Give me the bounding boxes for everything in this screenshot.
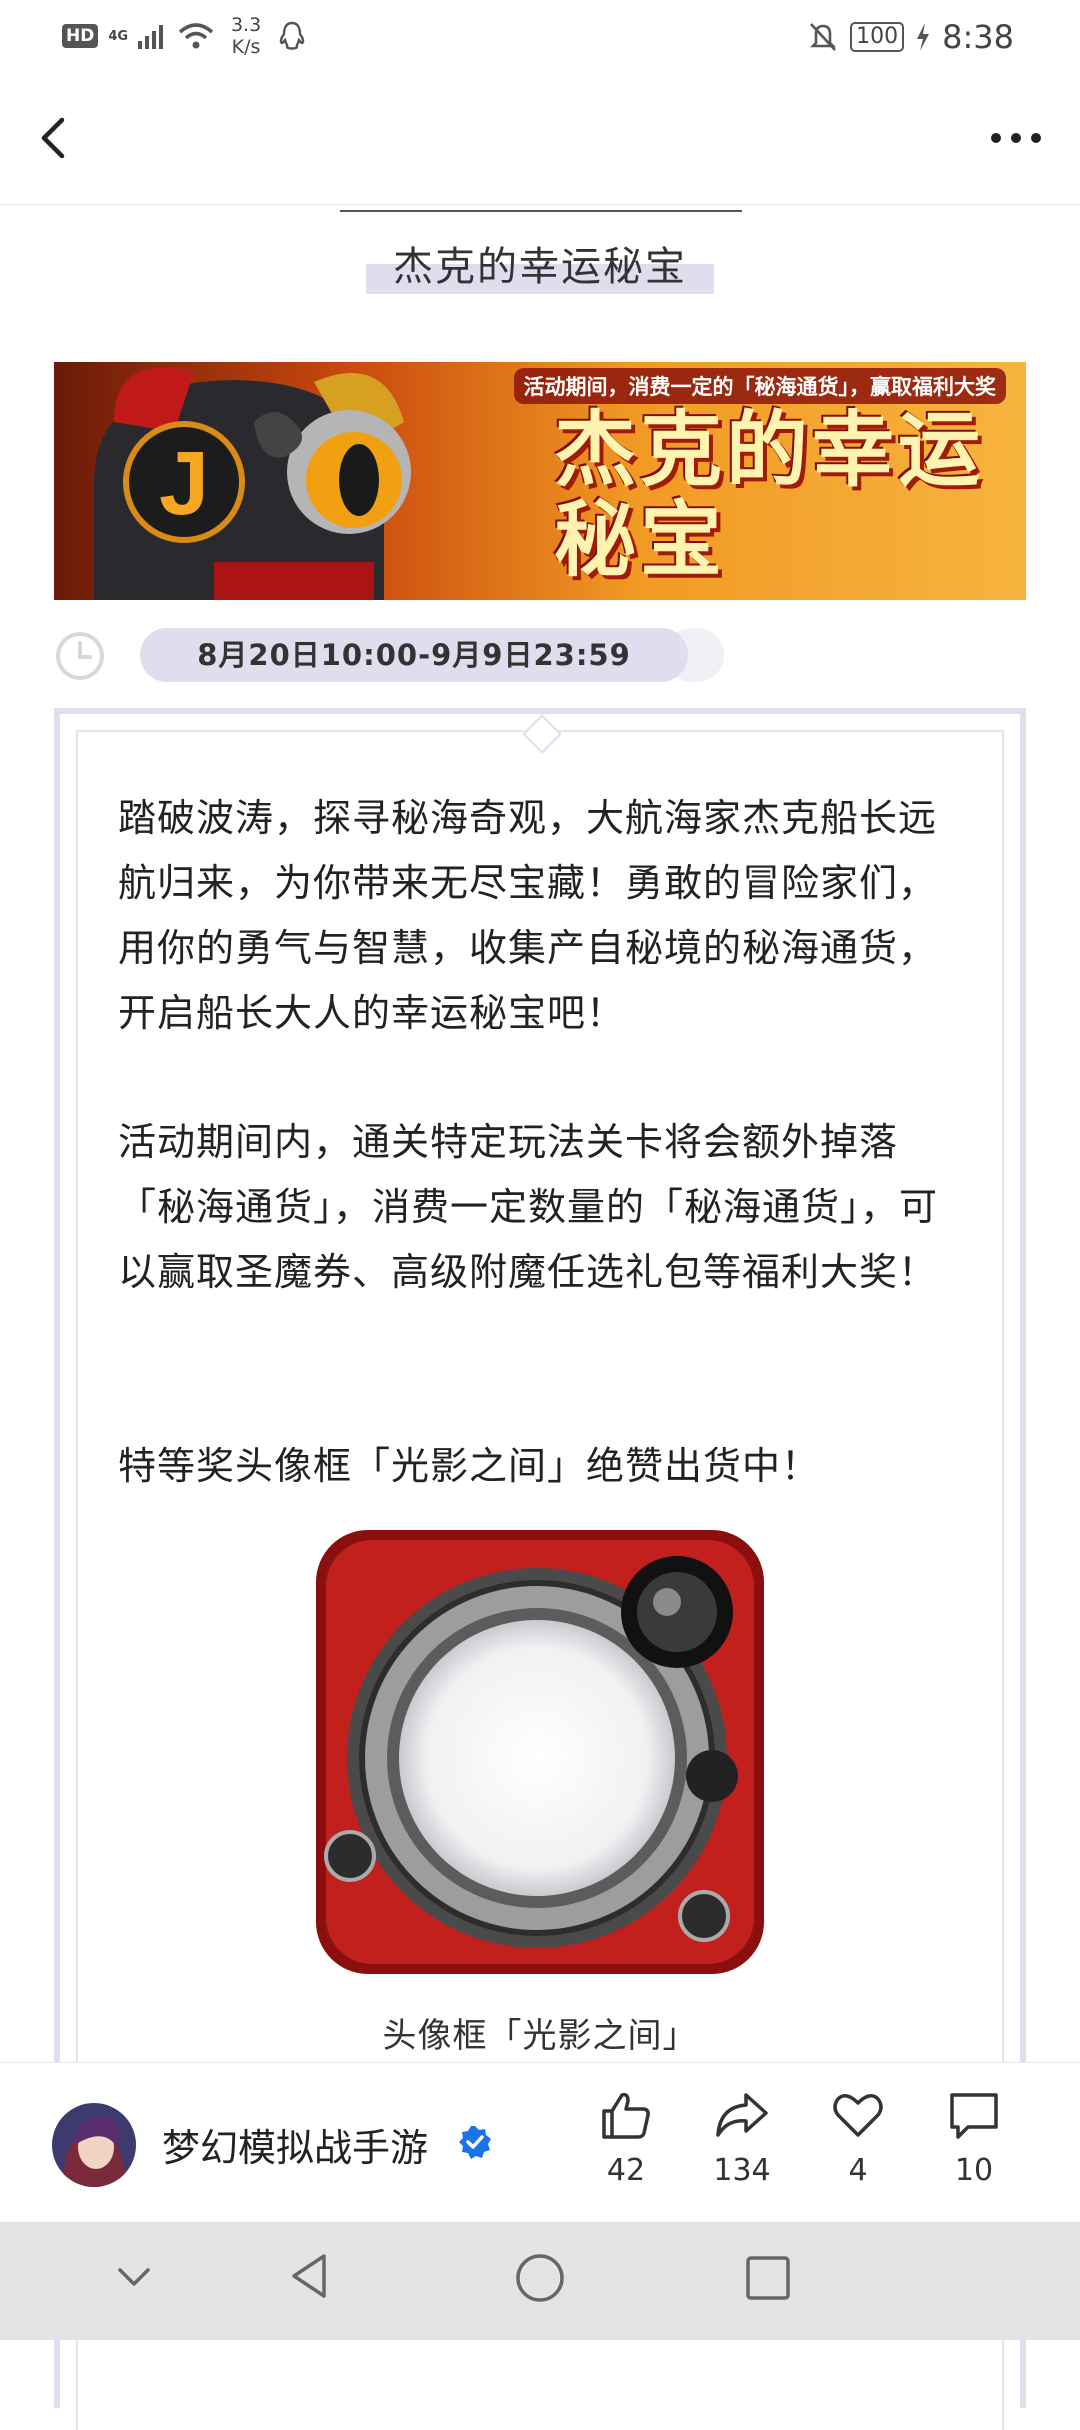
- share-button[interactable]: 134: [692, 2087, 792, 2188]
- comment-count: 10: [954, 2153, 994, 2188]
- top-nav-bar: [0, 76, 1080, 205]
- status-bar: HD 4G 3.3 K/s 100 8:38: [0, 0, 1080, 76]
- hd-badge: HD: [62, 24, 99, 48]
- hide-keyboard-chevron-icon[interactable]: [112, 2254, 156, 2298]
- intro-paragraph: 踏破波涛，探寻秘海奇观，大航海家杰克船长远航归来，为你带来无尽宝藏！勇敢的冒险家…: [118, 796, 938, 1035]
- back-button[interactable]: [28, 106, 88, 170]
- favorite-count: 4: [848, 2153, 868, 2188]
- event-banner: J 活动期间，消费一定的「秘海通货」，赢取福利大奖 杰克的幸运秘宝: [54, 362, 1026, 600]
- comment-bubble-icon: [950, 2093, 998, 2139]
- event-date-range: 8月20日10:00-9月9日23:59: [140, 628, 688, 682]
- grand-prize-paragraph: 特等奖头像框「光影之间」绝赞出货中！: [118, 1444, 821, 1488]
- more-dots-icon: [991, 133, 1041, 143]
- comment-button[interactable]: 10: [924, 2087, 1024, 2188]
- share-count: 134: [713, 2153, 771, 2188]
- banner-tagline: 活动期间，消费一定的「秘海通货」，赢取福利大奖: [513, 368, 1006, 404]
- more-options-button[interactable]: [984, 116, 1048, 160]
- qq-icon: [279, 21, 305, 50]
- favorite-button[interactable]: 4: [808, 2087, 908, 2188]
- mascot-j-letter: J: [159, 434, 209, 534]
- heart-icon: [833, 2094, 883, 2137]
- nav-recents-square-icon[interactable]: [742, 2252, 794, 2304]
- system-nav-bar: [0, 2222, 1080, 2340]
- network-type: 4G: [108, 28, 129, 44]
- wifi-icon: [178, 23, 214, 49]
- mascot-illustration: J: [94, 367, 411, 600]
- like-button[interactable]: 42: [576, 2087, 676, 2188]
- signal-icon: [138, 25, 164, 49]
- verified-badge-icon: [459, 2126, 491, 2159]
- chevron-left-icon: [41, 117, 65, 159]
- clock: 8:38: [942, 18, 1014, 56]
- bottom-action-bar: 梦幻模拟战手游 42 134 4 10: [0, 2062, 1080, 2223]
- avatar-image: [52, 2103, 136, 2187]
- event-date-row: 8月20日10:00-9月9日23:59: [54, 626, 1026, 684]
- event-rules-paragraph: 活动期间内，通关特定玩法关卡将会额外掉落「秘海通货」，消费一定数量的「秘海通货」…: [118, 1120, 939, 1294]
- article-title-block: 杰克的幸运秘宝: [0, 204, 1080, 314]
- nav-home-circle-icon[interactable]: [512, 2250, 568, 2306]
- thumbs-up-icon: [602, 2092, 650, 2139]
- title-divider: [340, 210, 742, 212]
- nav-back-triangle-icon[interactable]: [284, 2250, 336, 2302]
- share-arrow-icon: [716, 2093, 768, 2137]
- image-caption: 头像框「光影之间」: [382, 2016, 698, 2056]
- banner-title: 杰克的幸运秘宝: [554, 403, 985, 588]
- mute-bell-icon: [810, 23, 837, 51]
- battery-indicator: 100: [850, 22, 905, 52]
- network-speed: 3.3 K/s: [230, 14, 262, 58]
- account-name[interactable]: 梦幻模拟战手游: [162, 2117, 428, 2172]
- like-count: 42: [606, 2153, 646, 2188]
- avatar-frame-image[interactable]: [312, 1526, 768, 1978]
- account-avatar[interactable]: [52, 2103, 136, 2187]
- article-title: 杰克的幸运秘宝: [393, 244, 687, 290]
- charging-icon: [917, 23, 930, 51]
- clock-icon: [56, 632, 104, 680]
